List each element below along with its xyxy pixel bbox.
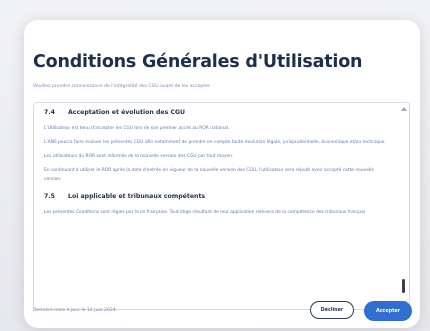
terms-paragraph: Les présentes Conditions sont régies par… — [44, 210, 367, 215]
terms-content: 7.4 Acceptation et évolution des CGU L'Ut… — [44, 109, 389, 222]
terms-scroll-area[interactable]: 7.4 Acceptation et évolution des CGU L'Ut… — [33, 102, 410, 310]
section-heading-text: Acceptation et évolution des CGU — [68, 109, 186, 116]
modal-subtitle: Veuillez prendre connaissance de l'intég… — [33, 84, 211, 89]
section-heading: 7.5 Loi applicable et tribunaux compétent… — [44, 193, 389, 200]
terms-paragraph: L'ANS pourra faire évoluer les présentes… — [44, 140, 386, 145]
terms-paragraph: En continuant à utiliser le ROR après la… — [44, 168, 375, 182]
section-number: 7.4 — [44, 109, 55, 116]
modal-title: Conditions Générales d'Utilisation — [33, 52, 363, 72]
section-heading: 7.4 Acceptation et évolution des CGU — [44, 109, 389, 116]
section-number: 7.5 — [44, 193, 55, 200]
accept-button[interactable]: Accepter — [364, 301, 412, 321]
section-heading-text: Loi applicable et tribunaux compétents — [68, 193, 206, 200]
decline-button[interactable]: Décliner — [310, 301, 354, 319]
scroll-up-arrow-icon[interactable] — [401, 107, 407, 111]
last-updated-note: Dernière mise à jour le 14 juin 2024. — [33, 308, 118, 313]
scrollbar[interactable] — [399, 103, 409, 309]
terms-paragraph: Les utilisateurs du ROR sont informés de… — [44, 154, 234, 159]
terms-paragraph: L'Utilisateur est tenu d'accepter les CG… — [44, 126, 230, 131]
cgu-modal: Conditions Générales d'Utilisation Veuil… — [24, 20, 420, 328]
scrollbar-thumb[interactable] — [402, 279, 405, 293]
